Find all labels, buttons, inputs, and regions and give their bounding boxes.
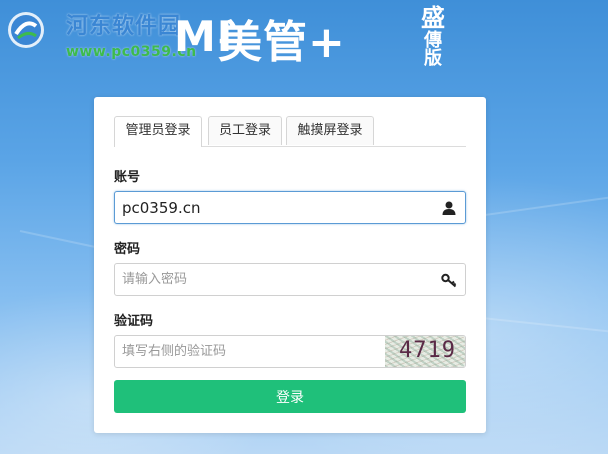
tab-touchscreen-login[interactable]: 触摸屏登录 [286, 116, 374, 145]
brand-edition: 盛 傳版 [416, 6, 450, 68]
login-card: 管理员登录 员工登录 触摸屏登录 账号 密码 验证码 4719 登录 [94, 97, 486, 433]
captcha-field: 4719 [114, 335, 466, 368]
brand-edition-bottom: 傳版 [424, 30, 442, 69]
pc0359-logo-icon [8, 12, 44, 48]
tab-staff-login[interactable]: 员工登录 [208, 116, 282, 145]
brand-name: 美管+ [218, 17, 346, 68]
account-label: 账号 [114, 170, 141, 185]
password-field [114, 263, 466, 296]
password-label: 密码 [114, 242, 141, 257]
key-icon [441, 273, 457, 288]
account-field [114, 191, 466, 224]
login-tabs: 管理员登录 员工登录 触摸屏登录 [114, 116, 466, 147]
account-input[interactable] [115, 192, 425, 223]
captcha-label: 验证码 [114, 314, 154, 329]
captcha-input[interactable] [115, 336, 385, 367]
captcha-image[interactable]: 4719 [385, 336, 465, 367]
tab-admin-login[interactable]: 管理员登录 [114, 116, 202, 147]
login-button[interactable]: 登录 [114, 380, 466, 413]
brand-edition-top: 盛 [421, 4, 445, 32]
user-icon [442, 201, 456, 215]
captcha-code: 4719 [399, 338, 456, 363]
password-input[interactable] [115, 264, 425, 295]
watermark-site-name: 河东软件园 [66, 14, 182, 39]
